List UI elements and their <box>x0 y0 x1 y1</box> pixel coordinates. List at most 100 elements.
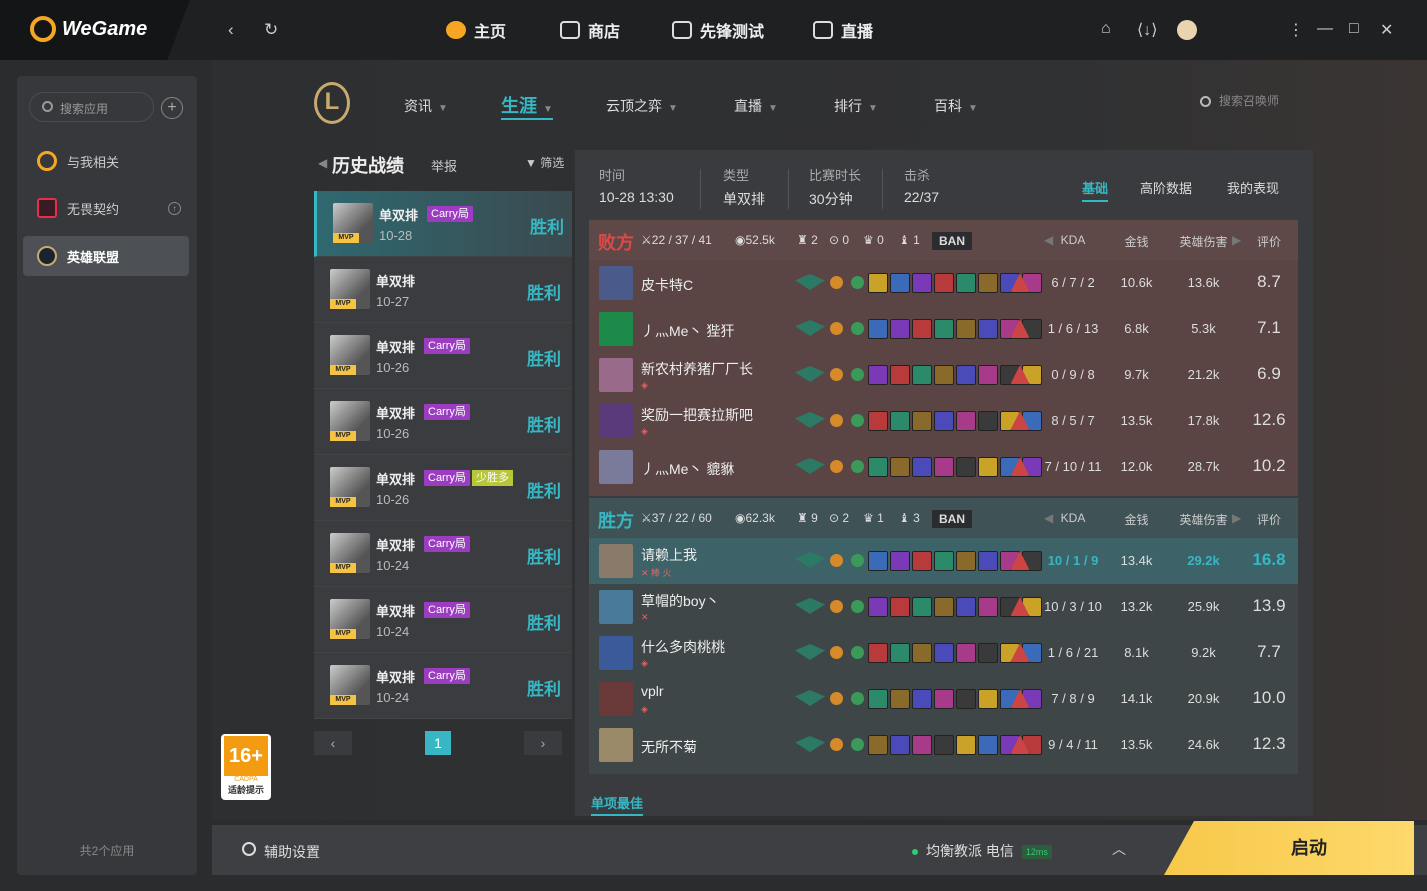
item-icon[interactable] <box>956 735 976 755</box>
player-name[interactable]: 无所不菊 <box>641 737 697 757</box>
item-icon[interactable] <box>978 551 998 571</box>
item-icon[interactable] <box>890 457 910 477</box>
refresh-icon[interactable]: ↻ <box>264 20 278 40</box>
item-icon[interactable] <box>890 273 910 293</box>
item-icon[interactable] <box>890 689 910 709</box>
tab-basic[interactable]: 基础 <box>1082 178 1109 202</box>
item-icon[interactable] <box>934 597 954 617</box>
player-name[interactable]: 丿灬Me丶 狴犴 <box>641 321 734 341</box>
champion-avatar[interactable] <box>599 266 633 300</box>
player-row[interactable]: 什么多肉桃桃 ◈ 1 / 6 / 21 8.1k 9.2k 7.7 <box>589 630 1298 676</box>
item-icon[interactable] <box>934 365 954 385</box>
champion-avatar[interactable] <box>599 728 633 762</box>
controller-icon[interactable]: ⌂ <box>1101 20 1111 38</box>
item-icon[interactable] <box>934 457 954 477</box>
tab-career[interactable]: 生涯 ▼ <box>501 92 553 120</box>
gear-icon[interactable] <box>242 842 256 856</box>
maximize-icon[interactable]: □ <box>1349 20 1359 38</box>
item-icon[interactable] <box>868 273 888 293</box>
item-icon[interactable] <box>978 319 998 339</box>
item-icon[interactable] <box>912 689 932 709</box>
user-avatar[interactable] <box>1177 20 1197 40</box>
item-icon[interactable] <box>890 643 910 663</box>
match-item[interactable]: MVP 单双排 Carry局 10-28 胜利 <box>314 191 572 257</box>
player-row[interactable]: 请赖上我 ✕ 棒 火 10 / 1 / 9 13.4k 29.2k 16.8 <box>589 538 1298 584</box>
player-row[interactable]: 新农村养猪厂厂长 ◈ 0 / 9 / 8 9.7k 21.2k 6.9 <box>589 352 1298 398</box>
nav-test[interactable]: 先锋测试 <box>672 18 764 42</box>
item-icon[interactable] <box>890 365 910 385</box>
item-icon[interactable] <box>912 273 932 293</box>
champion-avatar[interactable] <box>599 404 633 438</box>
page-number[interactable]: 1 <box>425 731 451 755</box>
item-icon[interactable] <box>934 735 954 755</box>
prev-page-button[interactable]: ‹ <box>314 731 352 755</box>
player-name[interactable]: 草帽的boy丶 <box>641 591 720 611</box>
match-item[interactable]: MVP 单双排 10-27 胜利 <box>314 257 572 323</box>
item-icon[interactable] <box>934 319 954 339</box>
champion-avatar[interactable] <box>599 358 633 392</box>
item-icon[interactable] <box>912 597 932 617</box>
player-name[interactable]: 新农村养猪厂厂长 <box>641 359 753 379</box>
player-name[interactable]: 皮卡特C <box>641 275 693 295</box>
item-icon[interactable] <box>934 689 954 709</box>
item-icon[interactable] <box>868 643 888 663</box>
match-item[interactable]: MVP 单双排 Carry局 10-26 胜利 <box>314 323 572 389</box>
item-icon[interactable] <box>890 597 910 617</box>
nav-home[interactable]: 主页 <box>446 18 506 42</box>
champion-avatar[interactable] <box>599 312 633 346</box>
server-selector[interactable]: 均衡教派 电信 12ms <box>912 841 1052 861</box>
assist-settings-button[interactable]: 辅助设置 <box>264 842 320 862</box>
launch-button[interactable]: 启动 <box>1164 821 1414 875</box>
item-icon[interactable] <box>934 411 954 431</box>
item-icon[interactable] <box>912 319 932 339</box>
item-icon[interactable] <box>956 551 976 571</box>
player-name[interactable]: vplr <box>641 683 664 699</box>
item-icon[interactable] <box>956 273 976 293</box>
wegame-logo[interactable]: WeGame <box>0 0 190 60</box>
ban-button[interactable]: BAN <box>932 510 972 528</box>
player-row[interactable]: 丿灬Me丶 貔貅 7 / 10 / 11 12.0k 28.7k 10.2 <box>589 444 1298 490</box>
item-icon[interactable] <box>956 643 976 663</box>
item-icon[interactable] <box>868 411 888 431</box>
match-item[interactable]: MVP 单双排 Carry局 10-26 胜利 <box>314 389 572 455</box>
player-name[interactable]: 丿灬Me丶 貔貅 <box>641 459 734 479</box>
nav-store[interactable]: 商店 <box>560 18 620 42</box>
player-row[interactable]: 草帽的boy丶 ✕ 10 / 3 / 10 13.2k 25.9k 13.9 <box>589 584 1298 630</box>
item-icon[interactable] <box>912 551 932 571</box>
item-icon[interactable] <box>868 457 888 477</box>
champion-avatar[interactable] <box>599 682 633 716</box>
item-icon[interactable] <box>912 365 932 385</box>
item-icon[interactable] <box>956 411 976 431</box>
match-item[interactable]: MVP 单双排 Carry局 10-24 胜利 <box>314 587 572 653</box>
sidebar-item-related[interactable]: 与我相关 <box>23 141 189 181</box>
champion-avatar[interactable] <box>599 590 633 624</box>
ban-button[interactable]: BAN <box>932 232 972 250</box>
item-icon[interactable] <box>890 735 910 755</box>
player-row[interactable]: 丿灬Me丶 狴犴 1 / 6 / 13 6.8k 5.3k 7.1 <box>589 306 1298 352</box>
add-app-button[interactable]: + <box>161 97 183 119</box>
sidebar-item-valorant[interactable]: 无畏契约 ↑ <box>23 188 189 228</box>
summoner-search-input[interactable]: 搜索召唤师 <box>1197 92 1317 114</box>
item-icon[interactable] <box>978 365 998 385</box>
item-icon[interactable] <box>868 597 888 617</box>
item-icon[interactable] <box>978 457 998 477</box>
player-row[interactable]: vplr ◈ 7 / 8 / 9 14.1k 20.9k 10.0 <box>589 676 1298 722</box>
item-icon[interactable] <box>868 735 888 755</box>
lol-logo[interactable]: L <box>314 82 350 124</box>
champion-avatar[interactable] <box>599 544 633 578</box>
item-icon[interactable] <box>912 735 932 755</box>
item-icon[interactable] <box>868 365 888 385</box>
item-icon[interactable] <box>868 689 888 709</box>
tab-news[interactable]: 资讯 ▼ <box>404 96 448 116</box>
best-stats-tab[interactable]: 单项最佳 <box>591 793 644 816</box>
tab-live[interactable]: 直播 ▼ <box>734 96 778 116</box>
minimize-icon[interactable]: — <box>1317 20 1333 38</box>
item-icon[interactable] <box>956 365 976 385</box>
match-item[interactable]: MVP 单双排 Carry局 10-24 胜利 <box>314 653 572 719</box>
tab-performance[interactable]: 我的表现 <box>1227 178 1279 197</box>
item-icon[interactable] <box>934 643 954 663</box>
next-page-button[interactable]: › <box>524 731 562 755</box>
report-button[interactable]: 举报 <box>431 156 457 175</box>
item-icon[interactable] <box>912 411 932 431</box>
filter-button[interactable]: ▼ 筛选 <box>525 154 564 171</box>
